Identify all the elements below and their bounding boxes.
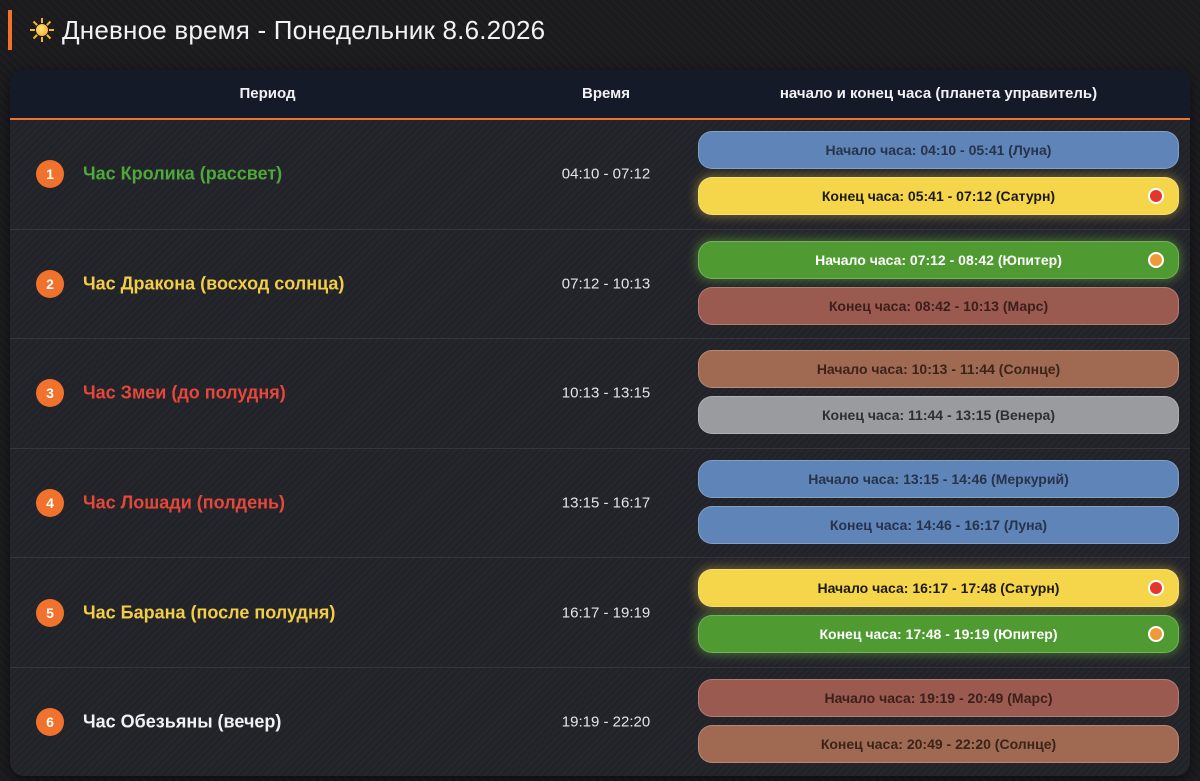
table-body: 1 Час Кролика (рассвет) 04:10 - 07:12 Начал… [10, 120, 1190, 776]
table-row: 4 Час Лошади (полдень) 13:15 - 16:17 Начало… [10, 448, 1190, 559]
period-time: 10:13 - 13:15 [561, 384, 651, 402]
table-header: Период Время начало и конец часа (планет… [10, 70, 1190, 120]
row-number-badge: 4 [36, 489, 64, 518]
hour-start-pill: Начало часа: 16:17 - 17:48 (Сатурн) [698, 569, 1179, 608]
column-header-hours: начало и конец часа (планета управитель) [779, 85, 1098, 102]
row-number-badge: 6 [36, 708, 64, 737]
hour-end-pill: Конец часа: 14:46 - 16:17 (Луна) [698, 505, 1179, 544]
page-header: Дневное время - Понедельник 8.6.2026 [8, 10, 545, 50]
page: Дневное время - Понедельник 8.6.2026 Пер… [0, 0, 1200, 781]
planet-indicator-dot-icon [1148, 251, 1164, 268]
hours-table: Период Время начало и конец часа (планет… [10, 70, 1190, 776]
hour-end-pill: Конец часа: 17:48 - 19:19 (Юпитер) [698, 615, 1179, 654]
row-number-badge: 5 [36, 598, 64, 627]
period-time: 16:17 - 19:19 [561, 604, 651, 622]
hour-pill-label: Конец часа: 20:49 - 22:20 (Солнце) [820, 735, 1057, 752]
page-title: Дневное время - Понедельник 8.6.2026 [62, 14, 546, 45]
sun-icon [30, 18, 54, 42]
hour-pill-label: Конец часа: 14:46 - 16:17 (Луна) [829, 516, 1048, 533]
row-number-badge: 2 [36, 269, 64, 298]
table-row: 3 Час Змеи (до полудня) 10:13 - 13:15 Начал… [10, 339, 1190, 449]
hour-pill-label: Конец часа: 17:48 - 19:19 (Юпитер) [819, 626, 1058, 643]
hour-start-pill: Начало часа: 07:12 - 08:42 (Юпитер) [698, 240, 1179, 279]
table-row: 6 Час Обезьяны (вечер) 19:19 - 22:20 Начало… [10, 667, 1190, 776]
hour-start-pill: Начало часа: 10:13 - 11:44 (Солнце) [698, 350, 1179, 389]
period-name: Час Обезьяны (вечер) [83, 711, 282, 732]
period-time: 04:10 - 07:12 [561, 165, 651, 183]
table-row: 1 Час Кролика (рассвет) 04:10 - 07:12 Начал… [10, 120, 1190, 230]
period-name: Час Барана (после полудня) [83, 602, 336, 623]
hour-end-pill: Конец часа: 11:44 - 13:15 (Венера) [698, 396, 1179, 435]
table-row: 5 Час Барана (после полудня) 16:17 - 19:19… [10, 558, 1190, 668]
period-time: 19:19 - 22:20 [561, 713, 651, 731]
table-row: 2 Час Дракона (восход солнца) 07:12 - 10:1… [10, 229, 1190, 340]
row-number-badge: 1 [36, 160, 64, 189]
hour-start-pill: Начало часа: 13:15 - 14:46 (Меркурий) [698, 459, 1179, 498]
planet-indicator-dot-icon [1148, 580, 1164, 597]
hour-pill-label: Начало часа: 16:17 - 17:48 (Сатурн) [817, 580, 1060, 597]
column-header-period: Период [239, 85, 296, 102]
planet-indicator-dot-icon [1148, 626, 1164, 643]
hour-end-pill: Конец часа: 08:42 - 10:13 (Марс) [698, 286, 1179, 325]
hour-pill-label: Конец часа: 11:44 - 13:15 (Венера) [821, 407, 1056, 424]
hour-start-pill: Начало часа: 04:10 - 05:41 (Луна) [698, 131, 1179, 169]
hour-pill-label: Начало часа: 04:10 - 05:41 (Луна) [825, 142, 1052, 158]
period-time: 13:15 - 16:17 [561, 494, 651, 512]
period-name: Час Дракона (восход солнца) [83, 273, 345, 294]
planet-indicator-dot-icon [1148, 188, 1164, 204]
hour-pill-label: Начало часа: 10:13 - 11:44 (Солнце) [816, 361, 1061, 378]
column-header-time: Время [582, 85, 630, 102]
hour-end-pill: Конец часа: 05:41 - 07:12 (Сатурн) [698, 177, 1179, 215]
hour-pill-label: Конец часа: 08:42 - 10:13 (Марс) [828, 297, 1049, 314]
hour-start-pill: Начало часа: 19:19 - 20:49 (Марс) [698, 678, 1179, 717]
period-time: 07:12 - 10:13 [561, 275, 651, 293]
hour-pill-label: Начало часа: 19:19 - 20:49 (Марс) [824, 689, 1053, 706]
hour-end-pill: Конец часа: 20:49 - 22:20 (Солнце) [698, 724, 1179, 763]
row-number-badge: 3 [36, 379, 64, 408]
hour-pill-label: Начало часа: 13:15 - 14:46 (Меркурий) [808, 470, 1069, 487]
period-name: Час Змеи (до полудня) [83, 382, 286, 403]
period-name: Час Кролика (рассвет) [83, 163, 283, 184]
period-name: Час Лошади (полдень) [83, 492, 286, 513]
hour-pill-label: Начало часа: 07:12 - 08:42 (Юпитер) [815, 251, 1062, 268]
hour-pill-label: Конец часа: 05:41 - 07:12 (Сатурн) [821, 188, 1056, 204]
